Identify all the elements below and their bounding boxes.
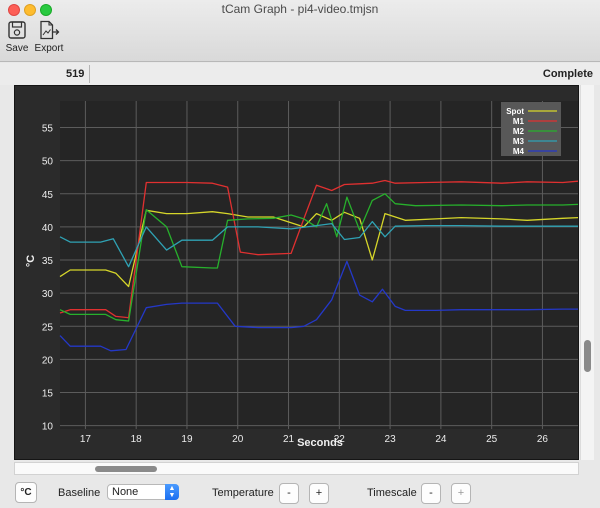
temperature-label: Temperature (212, 487, 274, 499)
info-bar: 519 Complete (0, 63, 600, 85)
title-bar: tCam Graph - pi4-video.tmjsn Save Export (0, 0, 600, 62)
x-tick-label: 20 (232, 434, 244, 445)
baseline-select-value: None (112, 486, 139, 498)
x-axis-label: Seconds (297, 437, 343, 449)
chart-svg: 10152025303540455055 17 18 19 20 21 22 23 24 25 2… (25, 101, 578, 449)
y-tick-label: 15 (42, 389, 54, 400)
bottom-controls: °C Baseline None ▲ ▼ Temperature - + Time… (0, 478, 600, 508)
y-tick-label: 40 (42, 223, 54, 234)
floppy-disk-icon (4, 20, 30, 40)
units-toggle-button[interactable]: °C (15, 482, 37, 503)
legend-label-m3: M3 (513, 137, 525, 146)
frame-count: 519 (66, 68, 85, 80)
info-divider (89, 65, 90, 83)
legend-label-m1: M1 (513, 117, 525, 126)
select-chevron-icon: ▲ ▼ (165, 484, 179, 500)
temperature-graph[interactable]: 10 15 20 25 30 35 40 45 50 55 17 18 19 20 21 22 23 24 25 2… (14, 85, 579, 460)
baseline-select[interactable]: None ▲ ▼ (107, 484, 179, 500)
legend-label-m4: M4 (513, 147, 525, 156)
y-tick-label: 35 (42, 256, 54, 267)
baseline-label: Baseline (58, 487, 101, 499)
timescale-decrease-button[interactable]: - (421, 483, 441, 504)
y-tick-label: 50 (42, 157, 54, 168)
x-tick-label: 18 (131, 434, 143, 445)
y-tick-label: 25 (42, 322, 54, 333)
y-tick-label: 20 (42, 355, 54, 366)
y-axis-label: °C (25, 255, 37, 267)
save-label: Save (5, 43, 29, 54)
horizontal-scrollbar[interactable] (14, 462, 579, 475)
status-text: Complete (542, 68, 593, 80)
timescale-label: Timescale (367, 487, 417, 499)
y-tick-label: 45 (42, 190, 54, 201)
y-tick-label: 30 (42, 289, 54, 300)
y-tick-label: 10 (42, 422, 54, 433)
temperature-decrease-button[interactable]: - (279, 483, 299, 504)
export-button[interactable]: Export (33, 20, 65, 54)
x-tick-label: 21 (283, 434, 295, 445)
x-tick-label: 24 (435, 434, 447, 445)
vertical-scrollbar[interactable] (580, 85, 594, 460)
y-tick-labels: 10 15 20 25 30 35 40 45 50 55 (42, 124, 54, 433)
vertical-scroll-thumb[interactable] (584, 340, 591, 372)
chart-legend: SpotM1M2M3M4 (501, 102, 561, 156)
y-tick-label: 55 (42, 124, 54, 135)
save-button[interactable]: Save (4, 20, 30, 54)
x-tick-label: 25 (486, 434, 498, 445)
x-tick-label: 26 (537, 434, 549, 445)
export-label: Export (34, 43, 64, 54)
timescale-increase-button[interactable]: + (451, 483, 471, 504)
legend-label-spot: Spot (506, 107, 524, 116)
window-title: tCam Graph - pi4-video.tmjsn (221, 2, 379, 16)
x-tick-label: 17 (80, 434, 92, 445)
export-document-icon (33, 20, 65, 40)
x-tick-label: 23 (385, 434, 397, 445)
legend-label-m2: M2 (513, 127, 525, 136)
x-tick-label: 19 (181, 434, 193, 445)
horizontal-scroll-thumb[interactable] (95, 466, 157, 472)
temperature-increase-button[interactable]: + (309, 483, 329, 504)
